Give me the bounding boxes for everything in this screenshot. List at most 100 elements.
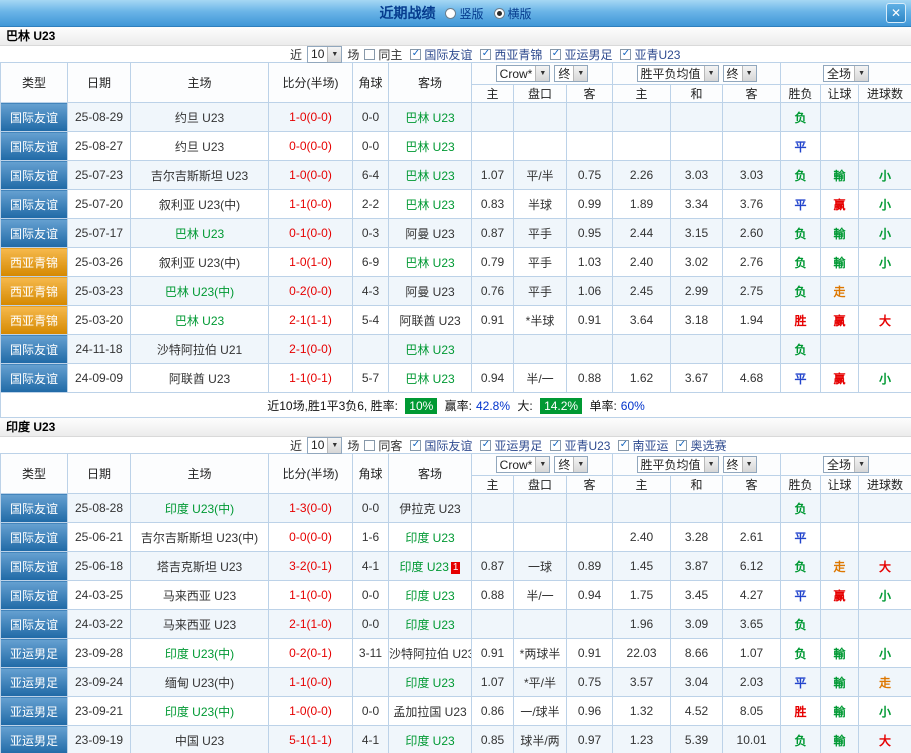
checkbox-unchecked-icon[interactable]	[364, 49, 375, 60]
match-row: 亚运男足23-09-19中国 U235-1(1-1)4-1印度 U230.85球…	[1, 726, 911, 753]
competition-filter[interactable]: ✓亚青U23	[620, 46, 680, 63]
match-count-select[interactable]: 10 ▼	[307, 437, 342, 454]
avg-stage-select[interactable]: 终 ▼	[723, 65, 757, 82]
col-result-handicap: 让球	[821, 476, 859, 494]
match-row: 西亚青锦25-03-20巴林 U232-1(1-1)5-4阿联酋 U230.91…	[1, 306, 911, 335]
match-row: 国际友谊24-09-09阿联酋 U231-1(0-1)5-7巴林 U230.94…	[1, 364, 911, 393]
checkbox-checked-icon[interactable]: ✓	[410, 49, 421, 60]
match-row: 国际友谊24-03-25马来西亚 U231-1(0-0)0-0印度 U230.8…	[1, 581, 911, 610]
radio-unselected-icon[interactable]	[445, 8, 456, 19]
competition-filter[interactable]: ✓奥选赛	[676, 437, 726, 454]
avg-away: 2.03	[723, 668, 781, 697]
checkbox-checked-icon[interactable]: ✓	[550, 440, 561, 451]
checkbox-checked-icon[interactable]: ✓	[618, 440, 629, 451]
avg-odds-select[interactable]: 胜平负均值 ▼	[637, 65, 719, 82]
bookmaker-select[interactable]: Crow* ▼	[496, 456, 551, 473]
odds-handicap: 一球	[514, 552, 567, 581]
match-score: 2-1(0-0)	[269, 335, 353, 364]
competition-filter[interactable]: ✓国际友谊	[410, 46, 472, 63]
match-count-select[interactable]: 10 ▼	[307, 46, 342, 63]
away-team-name: 印度 U23	[405, 734, 454, 748]
col-avg-draw: 和	[671, 476, 723, 494]
competition-filter[interactable]: ✓亚运男足	[480, 437, 542, 454]
filter-row: 近 10 ▼ 场 同客 ✓国际友谊✓亚运男足✓亚青U23✓南亚运✓奥选赛	[0, 437, 911, 453]
competition-filter[interactable]: ✓南亚运	[618, 437, 668, 454]
competition-badge: 国际友谊	[1, 132, 68, 161]
checkbox-unchecked-icon[interactable]	[364, 440, 375, 451]
avg-stage-select[interactable]: 终 ▼	[723, 456, 757, 473]
competition-filter[interactable]: ✓国际友谊	[410, 437, 472, 454]
avg-draw: 8.66	[671, 639, 723, 668]
competition-filters: ✓国际友谊✓西亚青锦✓亚运男足✓亚青U23	[410, 46, 688, 63]
avg-odds-select[interactable]: 胜平负均值 ▼	[637, 456, 719, 473]
checkbox-checked-icon[interactable]: ✓	[410, 440, 421, 451]
col-odds-away: 客	[567, 85, 613, 103]
home-team-name: 巴林 U23	[175, 227, 224, 241]
radio-selected-icon[interactable]	[494, 8, 505, 19]
competition-filter[interactable]: ✓西亚青锦	[480, 46, 542, 63]
result-outcome: 负	[781, 494, 821, 523]
home-team-name: 叙利亚 U23(中)	[159, 256, 240, 270]
away-team: 沙特阿拉伯 U23	[389, 639, 472, 668]
result-handicap	[821, 523, 859, 552]
home-team-name: 吉尔吉斯斯坦 U23	[151, 169, 248, 183]
odds-handicap: 球半/两	[514, 726, 567, 753]
layout-horizontal-option[interactable]: 横版	[494, 5, 532, 22]
bookmaker-select[interactable]: Crow* ▼	[496, 65, 551, 82]
avg-home: 1.75	[613, 581, 671, 610]
match-row: 国际友谊25-06-21吉尔吉斯斯坦 U23(中)0-0(0-0)1-6印度 U…	[1, 523, 911, 552]
layout-vertical-option[interactable]: 竖版	[445, 5, 483, 22]
result-handicap: 輸	[821, 668, 859, 697]
corner-score	[353, 335, 389, 364]
avg-home	[613, 103, 671, 132]
odds-stage-select[interactable]: 终 ▼	[554, 65, 588, 82]
scope-select[interactable]: 全场 ▼	[823, 456, 869, 473]
match-score: 2-1(1-0)	[269, 610, 353, 639]
checkbox-checked-icon[interactable]: ✓	[480, 440, 491, 451]
odds-away	[567, 494, 613, 523]
odds-home	[472, 523, 514, 552]
corner-score: 6-9	[353, 248, 389, 277]
match-row: 国际友谊25-08-29约旦 U231-0(0-0)0-0巴林 U23负	[1, 103, 911, 132]
avg-away	[723, 335, 781, 364]
avg-home: 1.96	[613, 610, 671, 639]
same-venue-filter[interactable]: 同客	[364, 437, 402, 454]
col-result-wdl: 胜负	[781, 476, 821, 494]
competition-label: 亚青U23	[634, 46, 680, 63]
competition-badge: 西亚青锦	[1, 248, 68, 277]
avg-draw	[671, 335, 723, 364]
home-team-name: 约旦 U23	[175, 140, 224, 154]
avg-draw	[671, 494, 723, 523]
odds-source-header: Crow* ▼ 终 ▼	[472, 63, 613, 85]
competition-label: 奥选赛	[690, 437, 726, 454]
match-date: 24-03-22	[68, 610, 131, 639]
single-rate: 60%	[621, 399, 645, 413]
games-label: 场	[347, 46, 359, 63]
col-corner: 角球	[353, 63, 389, 103]
scope-select[interactable]: 全场 ▼	[823, 65, 869, 82]
result-handicap: 赢	[821, 306, 859, 335]
chevron-down-icon: ▼	[854, 66, 868, 81]
col-avg-home: 主	[613, 85, 671, 103]
home-team: 巴林 U23	[131, 219, 269, 248]
away-team-name: 巴林 U23	[405, 111, 454, 125]
corner-score: 3-11	[353, 639, 389, 668]
checkbox-checked-icon[interactable]: ✓	[550, 49, 561, 60]
col-type: 类型	[1, 63, 68, 103]
odds-stage-select[interactable]: 终 ▼	[554, 456, 588, 473]
result-goals: 走	[859, 668, 911, 697]
odds-away: 1.06	[567, 277, 613, 306]
close-button[interactable]: ✕	[886, 3, 906, 23]
result-goals: 大	[859, 306, 911, 335]
checkbox-checked-icon[interactable]: ✓	[676, 440, 687, 451]
checkbox-checked-icon[interactable]: ✓	[620, 49, 631, 60]
competition-filter[interactable]: ✓亚青U23	[550, 437, 610, 454]
checkbox-checked-icon[interactable]: ✓	[480, 49, 491, 60]
match-score: 1-1(0-0)	[269, 190, 353, 219]
same-venue-filter[interactable]: 同主	[364, 46, 402, 63]
away-team-name: 印度 U23	[405, 618, 454, 632]
avg-odds-header: 胜平负均值 ▼ 终 ▼	[613, 454, 781, 476]
result-goals: 大	[859, 552, 911, 581]
competition-filter[interactable]: ✓亚运男足	[550, 46, 612, 63]
result-handicap: 輸	[821, 161, 859, 190]
